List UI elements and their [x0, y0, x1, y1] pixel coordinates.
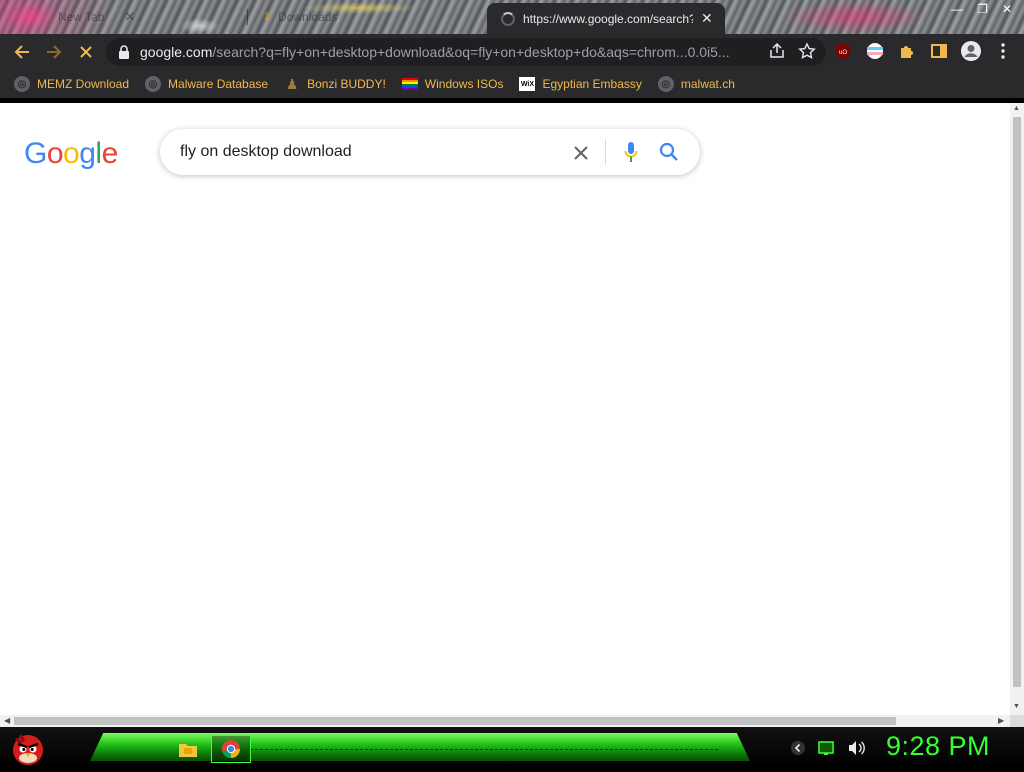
tab-separator — [247, 9, 248, 25]
bookmark-label: MEMZ Download — [37, 77, 130, 91]
start-button[interactable] — [8, 729, 48, 767]
tab-strip: New Tab ✕ ⬇ Downloads https://www.google… — [0, 0, 1024, 34]
google-search-page: Google — [0, 103, 1010, 715]
scroll-up-icon[interactable]: ▲ — [1013, 105, 1020, 112]
url-text[interactable]: google.com/search?q=fly+on+desktop+downl… — [140, 44, 750, 60]
taskbar-chrome[interactable] — [211, 735, 251, 763]
tab-title: Downloads — [278, 10, 338, 24]
wallpaper-splat — [0, 0, 60, 34]
restore-icon[interactable]: ❐ — [977, 2, 988, 16]
search-box — [160, 129, 700, 175]
system-tray — [790, 740, 866, 756]
bookmarks-bar: ◎ MEMZ Download ◎ Malware Database ♟ Bon… — [0, 70, 1024, 98]
bookmark-windows-isos[interactable]: Windows ISOs — [401, 77, 504, 91]
taskbar-clock[interactable]: 9:28 PM — [886, 731, 990, 762]
window-controls: — ❐ ✕ — [951, 0, 1012, 18]
bookmark-star-icon[interactable] — [798, 42, 816, 60]
scroll-right-icon[interactable]: ▶ — [998, 716, 1004, 725]
scrollbar-corner — [1010, 715, 1024, 727]
taskbar-file-explorer[interactable] — [168, 735, 208, 763]
url-path: /search?q=fly+on+desktop+download&oq=fly… — [212, 44, 730, 60]
globe-icon: ◎ — [657, 76, 674, 92]
stop-x-icon — [80, 46, 92, 58]
scroll-down-icon[interactable]: ▼ — [1013, 703, 1020, 710]
globe-icon: ◎ — [145, 76, 162, 92]
search-divider — [605, 139, 606, 165]
url-host: google.com — [140, 44, 213, 60]
downloads-icon: ⬇ — [262, 10, 273, 24]
ublock-icon[interactable]: uO — [832, 40, 854, 62]
chevron-tray-icon[interactable] — [790, 740, 806, 756]
bookmark-egyptian-embassy[interactable]: WiX Egyptian Embassy — [519, 77, 642, 91]
wallpaper-splat — [180, 18, 220, 34]
vertical-scrollbar[interactable]: ▲ ▼ — [1010, 103, 1024, 715]
forward-button[interactable] — [42, 40, 66, 64]
bookmark-label: Windows ISOs — [424, 77, 504, 91]
search-icon[interactable] — [658, 141, 680, 163]
search-input[interactable] — [180, 143, 570, 161]
bookmark-label: Egyptian Embassy — [542, 77, 642, 91]
browser-toolbar: google.com/search?q=fly+on+desktop+downl… — [0, 34, 1024, 70]
forward-arrow-icon — [47, 45, 62, 59]
wix-icon: WiX — [519, 77, 536, 91]
bookmark-memz-download[interactable]: ◎ MEMZ Download — [14, 76, 129, 92]
angry-bird-icon — [13, 734, 43, 765]
svg-text:uO: uO — [839, 50, 847, 56]
tab-new-tab[interactable]: New Tab ✕ — [58, 6, 135, 28]
volume-icon[interactable] — [848, 740, 866, 756]
horizontal-scrollbar[interactable]: ◀ ▶ — [0, 715, 1010, 727]
omnibox-actions — [768, 42, 816, 60]
vertical-scroll-thumb[interactable] — [1013, 117, 1021, 687]
battery-icon[interactable] — [818, 741, 836, 755]
back-button[interactable] — [10, 40, 34, 64]
bookmark-label: Malware Database — [168, 77, 269, 91]
share-icon[interactable] — [768, 42, 786, 60]
loading-spinner-icon — [501, 11, 515, 26]
minimize-icon[interactable]: — — [951, 2, 963, 16]
bookmark-label: malwat.ch — [680, 77, 735, 91]
back-arrow-icon — [14, 45, 29, 59]
tab-title: https://www.google.com/search? — [523, 11, 693, 26]
rainbow-flag-icon — [401, 78, 418, 90]
bookmark-malware-database[interactable]: ◎ Malware Database — [145, 76, 268, 92]
horizontal-scroll-thumb[interactable] — [14, 717, 896, 725]
bookmark-malwatch[interactable]: ◎ malwat.ch — [657, 76, 735, 92]
taskbar: 9:28 PM — [0, 727, 1024, 768]
close-window-icon[interactable]: ✕ — [1002, 2, 1012, 16]
scroll-left-icon[interactable]: ◀ — [4, 716, 10, 725]
profile-icon[interactable] — [960, 40, 982, 62]
kebab-menu-icon[interactable] — [992, 40, 1014, 62]
wallpaper-splat — [780, 0, 930, 34]
extensions-puzzle-icon[interactable] — [896, 40, 918, 62]
extensions-area: uO — [832, 40, 1014, 62]
bookmark-label: Bonzi BUDDY! — [307, 77, 386, 91]
lock-icon[interactable] — [118, 45, 130, 59]
taskbar-decoration — [250, 749, 720, 750]
close-icon[interactable]: ✕ — [124, 9, 135, 25]
globe-icon: ◎ — [14, 76, 30, 92]
vpn-icon[interactable] — [864, 40, 886, 62]
sidepanel-icon[interactable] — [928, 40, 950, 62]
chrome-icon — [222, 740, 240, 759]
google-logo[interactable]: Google — [24, 137, 118, 171]
tab-title: New Tab — [58, 10, 105, 24]
tab-google-search[interactable]: https://www.google.com/search? ✕ — [487, 3, 725, 34]
close-icon[interactable]: ✕ — [701, 10, 713, 27]
clear-search-icon[interactable] — [570, 142, 592, 164]
address-bar[interactable]: google.com/search?q=fly+on+desktop+downl… — [106, 38, 826, 66]
stop-loading-button[interactable] — [74, 40, 98, 64]
microphone-icon[interactable] — [620, 141, 642, 163]
bonzi-icon: ♟ — [285, 75, 299, 92]
bookmark-bonzi-buddy[interactable]: ♟ Bonzi BUDDY! — [284, 76, 386, 92]
tab-downloads[interactable]: ⬇ Downloads — [262, 6, 337, 28]
file-explorer-icon — [179, 744, 197, 757]
